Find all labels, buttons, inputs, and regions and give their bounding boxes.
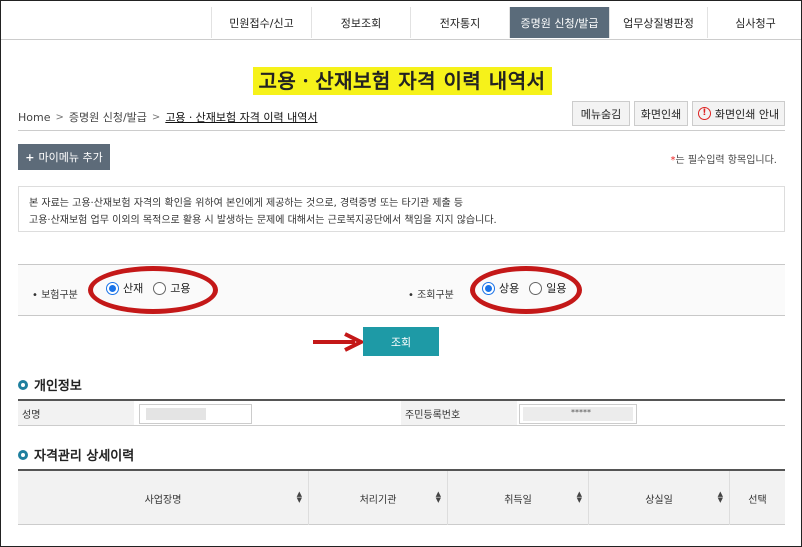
- rrn-value: *****: [519, 404, 637, 424]
- top-nav: 민원접수/신고 정보조회 전자통지 증명원 신청/발급 업무상질병판정 심사청구: [1, 1, 801, 40]
- search-button[interactable]: 조회: [363, 327, 439, 356]
- insurance-type-label: • 보험구분: [32, 290, 78, 301]
- breadcrumb-current[interactable]: 고용ㆍ산재보험 자격 이력 내역서: [165, 109, 317, 125]
- tab-info-inquiry[interactable]: 정보조회: [311, 7, 410, 38]
- notice-box: 본 자료는 고용·산재보험 자격의 확인을 위하여 본인에게 제공하는 것으로,…: [18, 186, 785, 232]
- personal-info-row: 성명 주민등록번호 *****: [18, 399, 785, 426]
- section-bullet-icon: [18, 379, 28, 390]
- search-conditions: • 보험구분 산재 고용 • 조회구분 상용 일용: [18, 264, 785, 316]
- add-my-menu-label: 마이메뉴 추가: [38, 151, 103, 164]
- col-processing-agency-label: 처리기관: [359, 494, 397, 506]
- col-acquisition-date-label: 취득일: [504, 494, 532, 506]
- radio-goyong[interactable]: [153, 281, 167, 295]
- radio-sanjae-label[interactable]: 산재: [123, 280, 143, 296]
- sort-icon[interactable]: ▲ ▼: [436, 491, 441, 504]
- print-button[interactable]: 화면인쇄: [634, 101, 688, 126]
- plus-icon: +: [25, 150, 35, 164]
- tab-review-request[interactable]: 심사청구: [707, 7, 801, 38]
- col-loss-date[interactable]: 상실일 ▲ ▼: [588, 471, 729, 525]
- history-heading: 자격관리 상세이력: [18, 445, 134, 464]
- chevron-right-icon: >: [55, 111, 64, 123]
- sort-icon[interactable]: ▲ ▼: [577, 491, 582, 504]
- breadcrumb-level1[interactable]: 증명원 신청/발급: [69, 109, 147, 125]
- col-business-name-label: 사업장명: [144, 494, 182, 506]
- notice-line-2: 고용·산재보험 업무 이외의 목적으로 활용 시 발생하는 문제에 대해서는 근…: [29, 215, 497, 226]
- chevron-right-icon: >: [151, 111, 161, 123]
- warning-icon: !: [697, 107, 711, 120]
- query-type-label: • 조회구분: [408, 290, 454, 301]
- tab-certificate[interactable]: 증명원 신청/발급: [509, 7, 609, 38]
- print-label: 화면인쇄: [640, 107, 682, 121]
- rrn-masked-text: *****: [571, 408, 591, 417]
- section-bullet-icon: [18, 449, 28, 460]
- radio-sangyong[interactable]: [482, 281, 495, 295]
- query-type-radio-group: 상용 일용: [482, 280, 573, 296]
- radio-sanjae[interactable]: [106, 281, 119, 295]
- sort-icon[interactable]: ▲ ▼: [718, 491, 723, 504]
- tab-civil-petition[interactable]: 민원접수/신고: [211, 7, 311, 38]
- print-guide-label: 화면인쇄 안내: [714, 107, 780, 121]
- notice-line-1: 본 자료는 고용·산재보험 자격의 확인을 위하여 본인에게 제공하는 것으로,…: [29, 198, 464, 209]
- breadcrumb-home[interactable]: Home: [18, 111, 50, 124]
- history-title: 자격관리 상세이력: [34, 449, 135, 464]
- col-processing-agency[interactable]: 처리기관 ▲ ▼: [308, 471, 447, 525]
- insurance-type-radio-group: 산재 고용: [106, 280, 197, 296]
- rrn-label: 주민등록번호: [401, 401, 517, 425]
- hide-menu-label: 메뉴숨김: [580, 107, 622, 121]
- annotation-arrow-icon: [313, 332, 365, 352]
- tab-occupational-disease[interactable]: 업무상질병판정: [609, 7, 707, 38]
- print-guide-button[interactable]: ! 화면인쇄 안내: [692, 101, 785, 126]
- breadcrumb: Home > 증명원 신청/발급 > 고용ㆍ산재보험 자격 이력 내역서: [18, 109, 317, 125]
- required-note: *는 필수입력 항목입니다.: [670, 151, 777, 166]
- col-select-label: 선택: [748, 494, 767, 506]
- radio-goyong-label[interactable]: 고용: [170, 280, 190, 296]
- personal-info-title: 개인정보: [34, 379, 82, 394]
- col-acquisition-date[interactable]: 취득일 ▲ ▼: [447, 471, 588, 525]
- page-frame: 민원접수/신고 정보조회 전자통지 증명원 신청/발급 업무상질병판정 심사청구…: [0, 0, 802, 547]
- history-table-header: 사업장명 ▲ ▼ 처리기관 ▲ ▼ 취득일 ▲ ▼ 상실일 ▲ ▼ 선택: [18, 469, 785, 525]
- personal-info-heading: 개인정보: [18, 375, 82, 394]
- col-loss-date-label: 상실일: [645, 494, 673, 506]
- col-business-name[interactable]: 사업장명 ▲ ▼: [18, 471, 308, 525]
- col-select: 선택: [729, 471, 785, 525]
- radio-ilyong-label[interactable]: 일용: [546, 280, 566, 296]
- hide-menu-button[interactable]: 메뉴숨김: [572, 101, 630, 126]
- tab-e-notice[interactable]: 전자통지: [410, 7, 509, 38]
- page-title: 고용ㆍ산재보험 자격 이력 내역서: [252, 67, 552, 95]
- divider: [18, 130, 785, 131]
- title-wrap: 고용ㆍ산재보험 자격 이력 내역서: [1, 67, 801, 95]
- radio-ilyong[interactable]: [529, 281, 543, 295]
- required-text: 는 필수입력 항목입니다.: [675, 155, 777, 166]
- search-button-label: 조회: [390, 335, 412, 349]
- redacted-name: [146, 408, 206, 420]
- name-label: 성명: [18, 401, 134, 425]
- radio-sangyong-label[interactable]: 상용: [499, 280, 519, 296]
- sort-icon[interactable]: ▲ ▼: [297, 491, 302, 504]
- name-value: [139, 404, 252, 424]
- add-my-menu-button[interactable]: + 마이메뉴 추가: [18, 144, 110, 170]
